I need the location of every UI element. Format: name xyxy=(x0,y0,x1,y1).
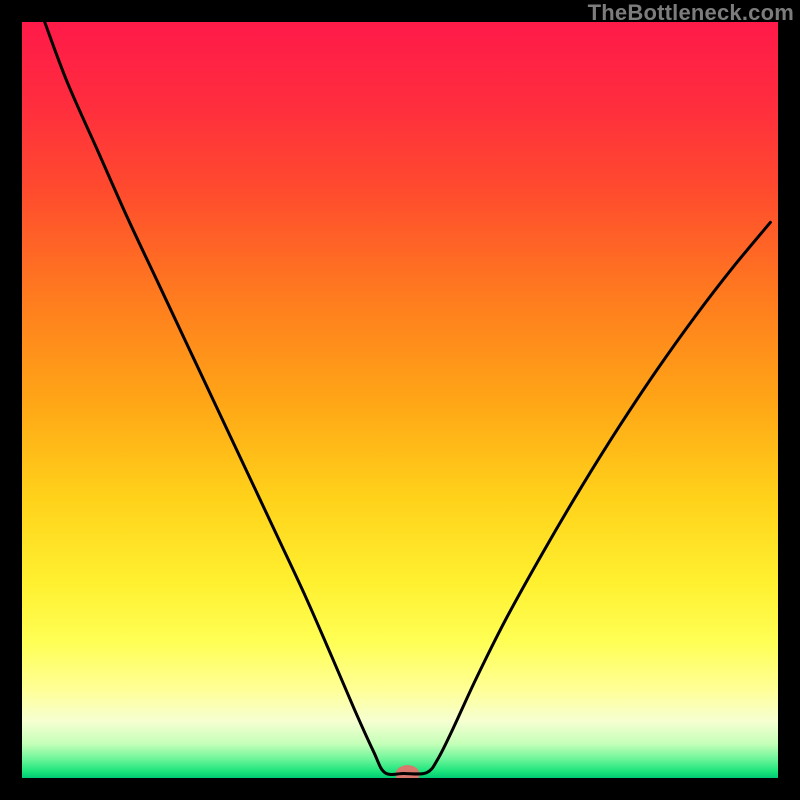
plot-area xyxy=(22,22,778,778)
chart-svg xyxy=(22,22,778,778)
gradient-background xyxy=(22,22,778,778)
chart-container: TheBottleneck.com xyxy=(0,0,800,800)
